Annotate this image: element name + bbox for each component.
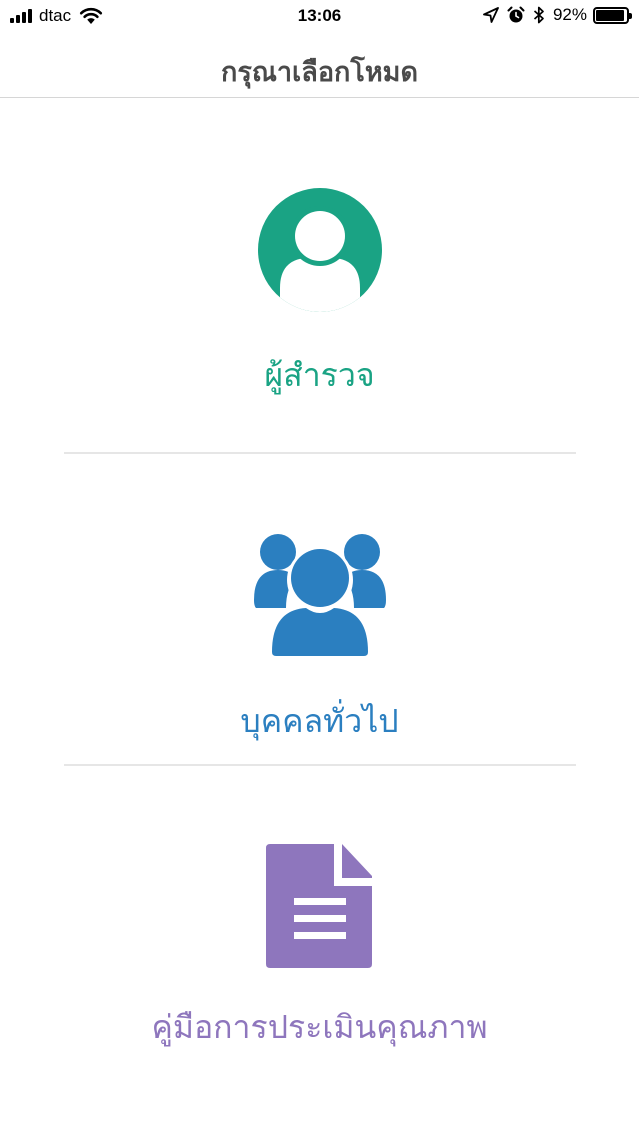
screen: dtac 13:06 92% กรุณาเลือกโหมด ผู้สำรวจ บ… xyxy=(0,0,639,1136)
battery-level-fill xyxy=(596,9,624,21)
battery-cap xyxy=(629,12,632,19)
mode-label-general-public: บุคคลทั่วไป xyxy=(240,702,399,740)
status-bar: dtac 13:06 92% xyxy=(0,0,639,34)
mode-option-surveyor[interactable]: ผู้สำรวจ xyxy=(0,100,639,452)
user-icon xyxy=(257,188,382,312)
mode-option-quality-manual[interactable]: คู่มือการประเมินคุณภาพ xyxy=(0,766,639,1066)
mode-option-general-public[interactable]: บุคคลทั่วไป xyxy=(0,454,639,764)
group-icon xyxy=(253,534,386,656)
location-icon xyxy=(483,7,499,23)
mode-label-quality-manual: คู่มือการประเมินคุณภาพ xyxy=(151,1008,488,1046)
alarm-icon xyxy=(507,6,525,23)
battery-icon xyxy=(593,6,632,24)
status-right: 92% xyxy=(483,5,632,25)
document-icon xyxy=(265,844,372,968)
page-title: กรุณาเลือกโหมด xyxy=(220,57,419,88)
bluetooth-icon xyxy=(533,6,544,24)
battery-percent: 92% xyxy=(552,5,587,24)
mode-label-surveyor: ผู้สำรวจ xyxy=(264,356,375,394)
nav-bar: กรุณาเลือกโหมด xyxy=(0,34,639,98)
